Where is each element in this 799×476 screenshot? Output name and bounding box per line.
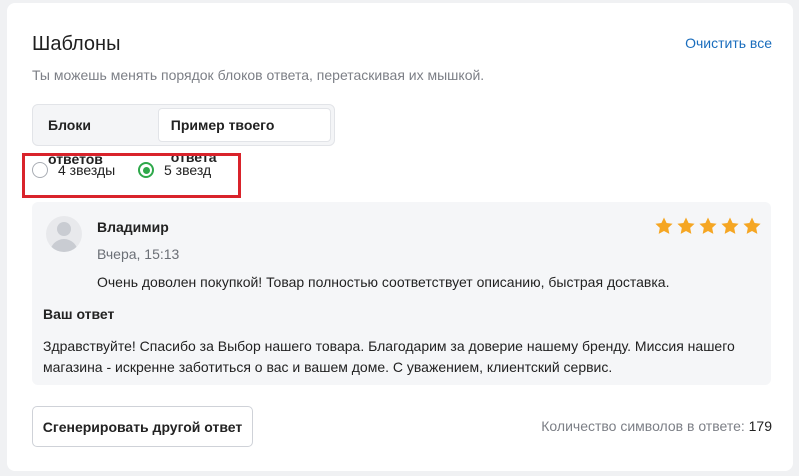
- star-icon: [721, 217, 739, 234]
- review-text: Очень доволен покупкой! Товар полностью …: [97, 274, 670, 290]
- char-count-value: 179: [748, 418, 772, 434]
- radio-5-stars[interactable]: 5 звезд: [138, 162, 211, 178]
- char-count: Количество символов в ответе: 179: [541, 418, 772, 434]
- tabs: Блоки ответов Пример твоего ответа: [32, 104, 335, 167]
- subtitle: Ты можешь менять порядок блоков ответа, …: [32, 67, 485, 83]
- clear-all-link[interactable]: Очистить все: [685, 35, 772, 51]
- answer-text: Здравствуйте! Спасибо за Выбор нашего то…: [43, 338, 735, 375]
- star-icon: [699, 217, 717, 234]
- radio-4-stars[interactable]: 4 звезды: [32, 162, 115, 178]
- avatar-head: [57, 222, 71, 236]
- review-stars: [654, 216, 762, 236]
- avatar-body: [50, 239, 78, 252]
- radio-label: 4 звезды: [58, 162, 116, 178]
- star-icon: [655, 217, 673, 234]
- star-icon: [677, 217, 695, 234]
- tab-answer-example[interactable]: Пример твоего ответа: [157, 108, 331, 165]
- generate-another-answer-button[interactable]: Сгенерировать другой ответ: [32, 406, 253, 447]
- review-author: Владимир: [97, 219, 169, 235]
- page-title: Шаблоны: [32, 33, 121, 55]
- answer-title: Ваш ответ: [43, 306, 115, 322]
- tab-answer-blocks[interactable]: Блоки ответов: [36, 108, 158, 167]
- radio-circle-checked[interactable]: [138, 162, 154, 178]
- avatar: [46, 216, 82, 252]
- templates-card: Шаблоны Очистить все Ты можешь менять по…: [7, 3, 793, 471]
- radio-circle[interactable]: [32, 162, 48, 178]
- radio-label: 5 звезд: [164, 162, 212, 178]
- char-count-label: Количество символов в ответе:: [541, 418, 745, 434]
- review-example: Владимир Вчера, 15:13 Очень доволен поку…: [32, 202, 771, 385]
- review-date: Вчера, 15:13: [97, 246, 180, 262]
- star-icon: [743, 217, 761, 234]
